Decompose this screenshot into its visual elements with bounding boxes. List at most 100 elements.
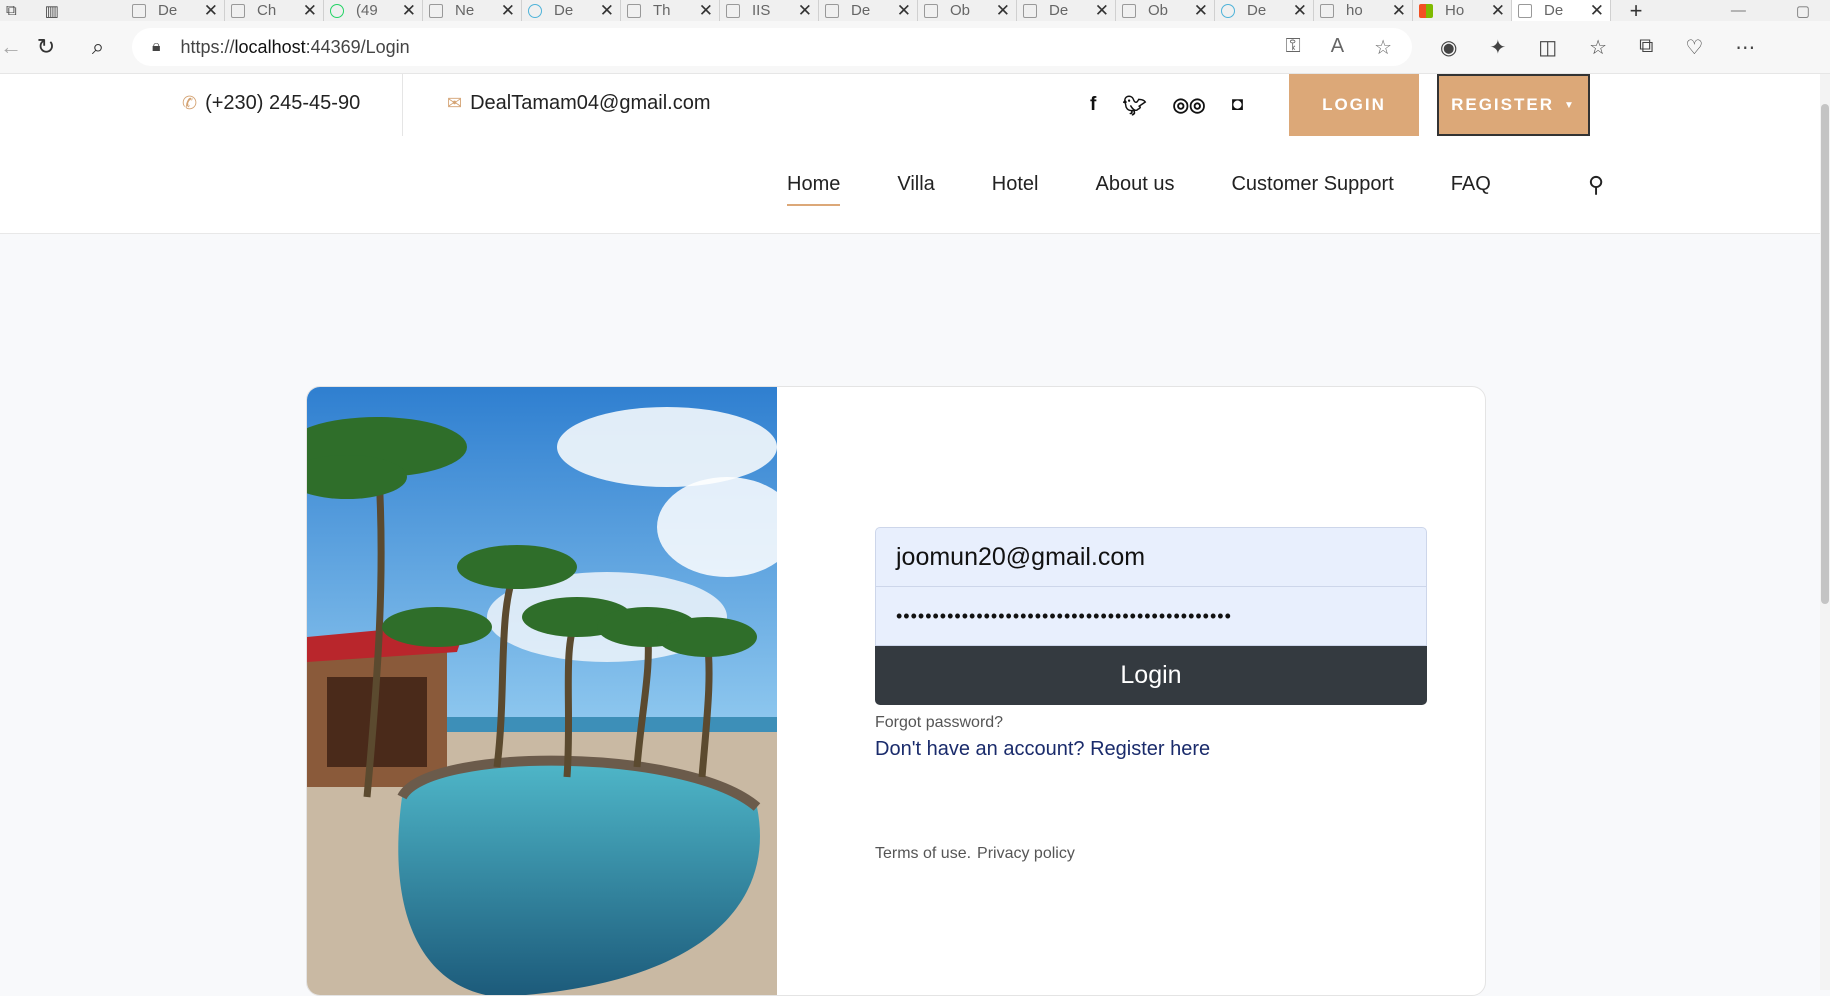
lock-icon[interactable]: 🔒︎ — [152, 38, 161, 56]
maximize-icon[interactable]: ▢ — [1796, 2, 1810, 20]
workspaces-icon[interactable]: ⧉ — [6, 2, 17, 19]
url-prefix: https:// — [180, 36, 235, 57]
page-favicon-icon — [330, 3, 344, 18]
browser-tab[interactable]: Ob ✕ — [918, 0, 1017, 21]
page-favicon-icon — [825, 3, 839, 18]
browser-tab[interactable]: De ✕ — [522, 0, 621, 21]
close-icon[interactable]: ✕ — [1590, 1, 1604, 21]
nav-item-about-us[interactable]: About us — [1096, 173, 1175, 196]
tab-label: De — [1049, 2, 1069, 19]
browser-tab-active[interactable]: De ✕ — [1512, 0, 1611, 21]
browser-tab[interactable]: Th ✕ — [621, 0, 720, 21]
register-here-link[interactable]: Don't have an account? Register here — [875, 738, 1427, 761]
nav-item-home[interactable]: Home — [787, 173, 841, 206]
privacy-policy-link[interactable]: Privacy policy — [977, 845, 1075, 863]
tab-label: Ch — [257, 2, 277, 19]
page-favicon-icon — [429, 3, 443, 18]
back-icon[interactable]: ← — [0, 34, 22, 60]
url-path: :44369/Login — [305, 36, 410, 57]
close-icon[interactable]: ✕ — [303, 1, 317, 21]
vertical-tabs-icon[interactable]: ▥ — [45, 2, 59, 20]
browser-tab[interactable]: Ob ✕ — [1116, 0, 1215, 21]
close-icon[interactable]: ✕ — [1392, 1, 1406, 21]
header-register-button[interactable]: REGISTER ▼ — [1437, 74, 1590, 136]
more-menu-icon[interactable]: ⋯ — [1735, 35, 1755, 60]
header-login-button[interactable]: LOGIN — [1289, 74, 1419, 136]
tab-label: Ob — [950, 2, 971, 19]
close-icon[interactable]: ✕ — [1194, 1, 1208, 21]
browser-tab[interactable]: De ✕ — [1017, 0, 1116, 21]
tab-label: Ob — [1148, 2, 1169, 19]
phone-icon: ✆ — [182, 93, 198, 113]
screenshot-icon[interactable]: ◉ — [1440, 35, 1457, 60]
browser-tab[interactable]: De ✕ — [819, 0, 918, 21]
close-icon[interactable]: ✕ — [897, 1, 911, 21]
close-icon[interactable]: ✕ — [1095, 1, 1109, 21]
password-field[interactable]: ••••••••••••••••••••••••••••••••••••••••… — [875, 586, 1427, 646]
phone-contact: ✆ (+230) 245-45-90 — [182, 92, 360, 115]
login-card: joomun20@gmail.com •••••••••••••••••••••… — [306, 386, 1486, 996]
close-icon[interactable]: ✕ — [600, 1, 614, 21]
login-form: joomun20@gmail.com •••••••••••••••••••••… — [875, 527, 1427, 761]
key-icon[interactable]: ⚿ — [1285, 35, 1300, 60]
close-icon[interactable]: ✕ — [798, 1, 812, 21]
browser-tab[interactable]: De ✕ — [1215, 0, 1314, 21]
close-icon[interactable]: ✕ — [204, 1, 218, 21]
refresh-icon[interactable]: ↻ — [20, 34, 72, 60]
login-submit-button[interactable]: Login — [875, 646, 1427, 705]
email-field[interactable]: joomun20@gmail.com — [875, 527, 1427, 587]
minimize-icon[interactable]: — — [1731, 2, 1746, 20]
browser-tab[interactable]: Ne ✕ — [423, 0, 522, 21]
close-icon[interactable]: ✕ — [402, 1, 416, 21]
close-icon[interactable]: ✕ — [501, 1, 515, 21]
address-bar[interactable]: 🔒︎ https://localhost:44369/Login ⚿ A ☆ — [132, 28, 1412, 66]
browser-tab[interactable]: Ch ✕ — [225, 0, 324, 21]
search-icon[interactable]: ⌕ — [72, 34, 124, 60]
close-icon[interactable]: ✕ — [1293, 1, 1307, 21]
tripadvisor-icon[interactable]: ◎◎ — [1172, 94, 1205, 118]
close-icon[interactable]: ✕ — [1491, 1, 1505, 21]
page-favicon-icon — [1320, 3, 1334, 18]
browser-tab[interactable]: Ho ✕ — [1413, 0, 1512, 21]
favorite-star-icon[interactable]: ☆ — [1374, 35, 1392, 60]
divider — [402, 74, 403, 136]
read-aloud-icon[interactable]: A — [1331, 35, 1344, 60]
collections-icon[interactable]: ⧉ — [1639, 35, 1653, 60]
tab-label: De — [851, 2, 871, 19]
nav-item-faq[interactable]: FAQ — [1451, 173, 1491, 196]
scrollbar-thumb[interactable] — [1821, 104, 1829, 604]
close-icon[interactable]: ✕ — [996, 1, 1010, 21]
tab-label: De — [158, 2, 178, 19]
new-tab-button[interactable]: + — [1611, 0, 1661, 21]
email-address: DealTamam04@gmail.com — [470, 92, 711, 114]
performance-icon[interactable]: ♡ — [1685, 35, 1703, 60]
forgot-password-link[interactable]: Forgot password? — [875, 714, 1427, 732]
page-favicon-icon — [726, 3, 740, 18]
split-screen-icon[interactable]: ◫ — [1538, 35, 1557, 60]
page-favicon-icon — [1122, 3, 1136, 18]
facebook-icon[interactable]: f — [1090, 94, 1096, 118]
nav-item-hotel[interactable]: Hotel — [992, 173, 1039, 196]
browser-tab[interactable]: ho ✕ — [1314, 0, 1413, 21]
tab-label: De — [1544, 2, 1564, 19]
site-search-icon[interactable]: ⚲ — [1588, 172, 1604, 198]
tab-label: Ho — [1445, 2, 1465, 19]
twitter-icon[interactable]: 🐦︎ — [1122, 94, 1146, 118]
terms-of-use-link[interactable]: Terms of use. — [875, 845, 971, 863]
browser-tab[interactable]: IIS ✕ — [720, 0, 819, 21]
close-icon[interactable]: ✕ — [699, 1, 713, 21]
browser-tab[interactable]: De ✕ — [126, 0, 225, 21]
page-scrollbar[interactable] — [1820, 74, 1830, 990]
microsoft-logo-icon — [1419, 3, 1433, 18]
url-host: localhost — [234, 36, 306, 57]
page-favicon-icon — [924, 3, 938, 18]
tab-label: De — [1247, 2, 1267, 19]
browser-tab[interactable]: (49 ✕ — [324, 0, 423, 21]
extensions-icon[interactable]: ✦ — [1489, 35, 1506, 60]
caret-down-icon: ▼ — [1564, 99, 1576, 111]
nav-item-customer-support[interactable]: Customer Support — [1231, 173, 1393, 196]
instagram-icon[interactable]: ◘ — [1232, 94, 1243, 118]
nav-item-villa[interactable]: Villa — [897, 173, 934, 196]
tab-label: ho — [1346, 2, 1363, 19]
favorites-icon[interactable]: ☆ — [1589, 35, 1607, 60]
